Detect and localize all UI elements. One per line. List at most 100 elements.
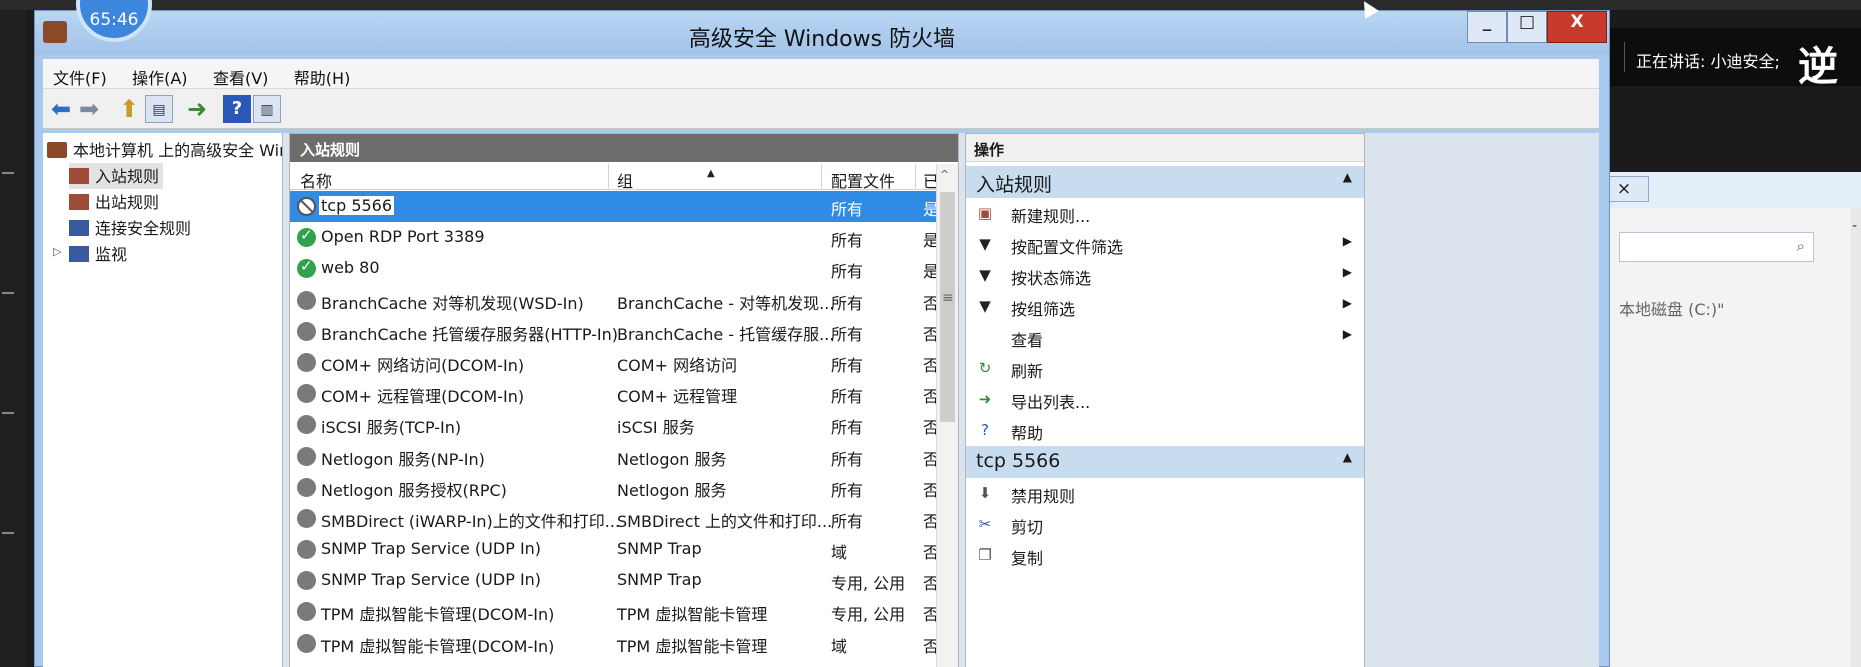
rule-group: Netlogon 服务 [617,480,727,500]
table-row[interactable]: SMBDirect (iWARP-In)上的文件和打印... SMBDirect … [290,503,939,534]
cut-icon: ✂ [978,515,992,533]
forward-icon[interactable]: ➡ [75,95,103,123]
tree-item-connection-security[interactable]: 连接安全规则 [69,215,191,241]
scroll-thumb[interactable] [940,192,955,422]
table-row[interactable]: BranchCache 对等机发现(WSD-In) BranchCache - 对… [290,285,939,316]
list-pane-header: 入站规则 [290,134,958,162]
speaker-indicator: 正在讲话: 小迪安全; 逆 [1584,28,1861,90]
minimize-button[interactable]: _ [1467,11,1507,43]
rule-profile: 所有 [831,355,864,375]
rule-name: iSCSI 服务(TCP-In) [321,418,462,438]
rule-name: Netlogon 服务授权(RPC) [321,480,507,500]
menu-help[interactable]: 帮助(H) [284,59,361,89]
rule-on-icon [297,226,316,248]
rule-group: BranchCache - 托管缓存服... [617,324,835,344]
table-row[interactable]: Open RDP Port 3389所有是 [290,222,939,253]
rule-off-icon [297,352,316,372]
close-button[interactable]: X [1547,11,1607,43]
rule-profile: 所有 [831,418,864,438]
menu-action[interactable]: 操作(A) [122,59,197,89]
maximize-button[interactable]: □ [1507,11,1547,43]
collapse-icon[interactable]: ▲ [1343,450,1352,464]
rule-name: TPM 虚拟智能卡管理(DCOM-In) [321,636,555,656]
back-icon[interactable]: ⬅ [47,95,75,123]
background-search-input[interactable]: ⌕ [1619,232,1814,262]
actions-section-selected-rule[interactable]: tcp 5566 ▲ [966,446,1364,478]
rule-off-icon [297,415,316,435]
rules-rows: tcp 5566所有是Open RDP Port 3389所有是web 80所有… [290,191,939,659]
filter-icon: ▼ [979,297,991,315]
filter-icon: ▼ [979,235,991,253]
table-row[interactable]: COM+ 网络访问(DCOM-In) COM+ 网络访问 所有否 [290,347,939,378]
action-item[interactable]: ▼ 按配置文件筛选 ▶ [966,229,1364,260]
actions-section-inbound[interactable]: 入站规则 ▲ [966,166,1364,198]
table-row[interactable]: TPM 虚拟智能卡管理(DCOM-In) TPM 虚拟智能卡管理 专用, 公用否 [290,596,939,627]
tree-item-monitoring[interactable]: 监视 [69,241,127,267]
action-item[interactable]: ▼ 按组筛选 ▶ [966,291,1364,322]
rule-profile: 所有 [831,387,864,407]
rules-list-pane: 入站规则 名称 组 ▲ 配置文件 已 tcp 5566所有是Open RDP P… [289,133,959,667]
action-item[interactable]: ⬇ 禁用规则 [966,478,1364,509]
export-list-icon: ➜ [978,390,992,408]
help-icon: ? [981,421,989,439]
rule-group: iSCSI 服务 [617,418,695,438]
table-row[interactable]: iSCSI 服务(TCP-In) iSCSI 服务 所有否 [290,409,939,440]
speaker-talking-label: 正在讲话: 小迪安全; [1636,52,1780,71]
rule-name: SMBDirect (iWARP-In)上的文件和打印... [321,511,621,531]
inbound-rules-icon [69,168,89,184]
disable-rule-icon: ⬇ [978,484,992,502]
table-row[interactable]: COM+ 远程管理(DCOM-In) COM+ 远程管理 所有否 [290,378,939,409]
background-scrollbar[interactable] [1851,208,1861,667]
list-scrollbar[interactable]: ^ ≡ [936,164,958,667]
search-icon: ⌕ [1796,237,1805,255]
refresh-icon: ↻ [978,359,992,377]
menu-file[interactable]: 文件(F) [43,59,117,89]
scroll-up-icon[interactable]: ^ [940,168,949,181]
action-item[interactable]: ❐ 复制 [966,540,1364,571]
table-row[interactable]: SNMP Trap Service (UDP In) SNMP Trap 专用, 公… [290,565,939,596]
table-row[interactable]: Netlogon 服务授权(RPC) Netlogon 服务 所有否 [290,472,939,503]
table-row[interactable]: web 80所有是 [290,253,939,284]
rule-group: SNMP Trap [617,539,702,559]
navigation-tree: 本地计算机 上的高级安全 Win 入站规则 出站规则 连接安全规则 ▷ 监视 [43,133,283,667]
column-group[interactable]: 组 [617,168,633,192]
table-row[interactable]: tcp 5566 所有是 [290,191,939,223]
action-item[interactable]: ✂ 剪切 [966,509,1364,540]
action-item[interactable]: ▣ 新建规则... [966,198,1364,229]
tree-root[interactable]: 本地计算机 上的高级安全 Win [47,137,282,163]
collapse-icon[interactable]: ▲ [1343,170,1352,184]
rule-group: TPM 虚拟智能卡管理 [617,605,768,625]
monitoring-icon [69,246,89,262]
show-hide-action-pane-icon[interactable]: ▥ [253,95,281,123]
table-row[interactable]: TPM 虚拟智能卡管理(DCOM-In) TPM 虚拟智能卡管理域否 [290,628,939,659]
left-edge-strip [0,0,26,667]
rule-profile: 所有 [831,449,864,469]
action-item[interactable]: ➜ 导出列表... [966,384,1364,415]
action-item[interactable]: ▼ 按状态筛选 ▶ [966,260,1364,291]
rule-name: web 80 [321,258,380,278]
background-dash: - [1851,218,1857,234]
table-row[interactable]: BranchCache 托管缓存服务器(HTTP-In) BranchCache … [290,316,939,347]
tree-item-inbound[interactable]: 入站规则 [69,163,164,189]
column-profile[interactable]: 配置文件 [831,168,895,192]
table-row[interactable]: SNMP Trap Service (UDP In) SNMP Trap 域否 [290,534,939,565]
rule-off-icon [297,446,316,466]
actions-pane: 操作 入站规则 ▲ ▣ 新建规则... ▼ 按配置文件筛选 ▶ ▼ 按状态筛选 ▶ ▼ 按组筛选 ▶… [965,133,1365,667]
submenu-arrow-icon: ▶ [1342,234,1352,248]
tree-item-outbound[interactable]: 出站规则 [69,189,159,215]
column-name[interactable]: 名称 [300,168,332,192]
sort-ascending-icon: ▲ [707,168,715,179]
export-list-icon[interactable]: ➜ [183,95,211,123]
rule-group: Netlogon 服务 [617,449,727,469]
up-folder-icon[interactable]: ⬆ [115,95,143,123]
help-icon[interactable]: ? [223,95,251,123]
table-row[interactable]: Netlogon 服务(NP-In) Netlogon 服务 所有否 [290,441,939,472]
action-item[interactable]: ? 帮助 [966,415,1364,446]
menu-view[interactable]: 查看(V) [203,59,278,89]
rule-profile: 所有 [831,480,864,500]
firewall-icon [47,142,67,158]
action-item[interactable]: 查看 ▶ [966,322,1364,353]
expand-monitoring-icon[interactable]: ▷ [53,245,61,258]
action-item[interactable]: ↻ 刷新 [966,353,1364,384]
show-hide-tree-icon[interactable]: ▤ [145,95,173,123]
